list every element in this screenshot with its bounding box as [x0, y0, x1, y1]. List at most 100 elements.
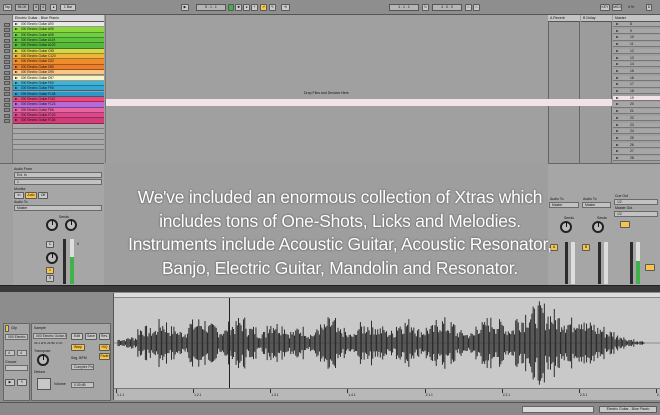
groove-select[interactable]	[5, 365, 28, 371]
master-volume-fader[interactable]	[630, 242, 633, 284]
master-solo-button[interactable]	[645, 264, 655, 271]
clip-play-icon[interactable]	[15, 39, 18, 42]
scene-launch-icon[interactable]	[616, 49, 619, 52]
clip-stop-button[interactable]	[4, 102, 10, 107]
scene-launch-icon[interactable]	[616, 29, 619, 32]
scene-row[interactable]: 19	[613, 95, 660, 101]
scene-launch-icon[interactable]	[616, 23, 619, 25]
clip-stop-button[interactable]	[4, 38, 10, 43]
clip-play-icon[interactable]	[15, 92, 18, 95]
scene-launch-icon[interactable]	[616, 103, 619, 106]
empty-clip-slot[interactable]	[13, 145, 104, 151]
clip-stop-button[interactable]	[4, 86, 10, 91]
overdub-button[interactable]: +	[251, 4, 258, 11]
clip-play-icon[interactable]	[15, 113, 18, 116]
tempo-field[interactable]: 96.00	[15, 4, 29, 11]
loop-switch-button[interactable]: ↻	[422, 4, 429, 11]
scene-row[interactable]: 18	[613, 89, 660, 95]
monitor-in-button[interactable]: In	[14, 192, 24, 199]
clip-play-icon[interactable]	[15, 81, 18, 84]
master-out-select[interactable]: 1/2	[614, 211, 658, 217]
monitor-auto-button[interactable]: Auto	[25, 192, 37, 199]
clip-play-icon[interactable]	[15, 108, 18, 111]
scene-row[interactable]: 13	[613, 55, 660, 61]
scene-launch-icon[interactable]	[616, 36, 619, 39]
clip-name-field[interactable]: 000 Electric	[5, 334, 28, 340]
scene-launch-icon[interactable]	[616, 83, 619, 86]
audio-from-select[interactable]: Ext. In	[14, 172, 102, 178]
draw-mode-button[interactable]: ✎	[269, 4, 276, 11]
scene-row[interactable]: 12	[613, 48, 660, 55]
clip-play-icon[interactable]	[15, 87, 18, 90]
clip-play-icon[interactable]	[15, 49, 18, 52]
song-position[interactable]: 5 . 1 . 1	[196, 4, 226, 11]
scene-launch-icon[interactable]	[616, 90, 619, 92]
scene-launch-icon[interactable]	[616, 96, 619, 99]
edit-button[interactable]: Edit	[71, 333, 83, 340]
scene-launch-icon[interactable]	[616, 116, 619, 119]
clip-play-icon[interactable]	[15, 23, 18, 25]
clip-play-icon[interactable]	[15, 44, 18, 47]
loop-start-field[interactable]: 1 . 1 . 1	[389, 4, 419, 11]
punch-in-button[interactable]: ⎍	[465, 4, 472, 11]
loop-length-field[interactable]: 4 . 0 . 0	[432, 4, 462, 11]
scroll-overview[interactable]	[522, 406, 594, 413]
scene-row[interactable]: 9	[613, 28, 660, 34]
sample-name-field[interactable]: 000 Electric Guitar A	[33, 333, 67, 339]
clip-stop-button[interactable]	[4, 27, 10, 32]
volume-value-field[interactable]: 0.00 dB	[71, 382, 94, 388]
arrangement-record-button[interactable]	[228, 4, 234, 11]
clip-stop-button[interactable]	[4, 33, 10, 38]
clip-stop-button[interactable]	[4, 22, 10, 27]
scene-launch-icon[interactable]	[616, 69, 619, 72]
record-button[interactable]: ●	[243, 4, 250, 11]
track-title-master[interactable]: Master	[613, 15, 660, 22]
midi-map-button[interactable]: MIDI	[612, 4, 622, 11]
scene-row[interactable]: 25	[613, 135, 660, 142]
clip-stop-button[interactable]	[4, 49, 10, 54]
track-title-b-delay[interactable]: B Delay	[581, 15, 612, 22]
scene-row[interactable]: 23	[613, 122, 660, 128]
clip-stop-button[interactable]	[4, 118, 10, 123]
clip-stop-button[interactable]	[4, 60, 10, 65]
scene-row[interactable]: 28	[613, 156, 660, 162]
loop-toggle-icon[interactable]: ⟲	[281, 4, 290, 11]
track-title-a-reverb[interactable]: A Reverb	[548, 15, 580, 22]
scene-row[interactable]: 20	[613, 102, 660, 108]
clip-title-toggle[interactable]	[5, 325, 9, 332]
clip-play-icon[interactable]	[15, 55, 18, 58]
time-sig-den[interactable]: 4	[40, 4, 46, 11]
scene-row[interactable]: 15	[613, 68, 660, 75]
scene-row[interactable]: 26	[613, 142, 660, 148]
cue-out-select[interactable]: 1/2	[614, 199, 658, 205]
clip-play-icon[interactable]	[15, 65, 18, 68]
track-activator-button[interactable]: 1	[46, 267, 54, 274]
send-a-knob[interactable]	[46, 219, 58, 231]
clip-stop-button[interactable]	[4, 108, 10, 113]
monitor-off-button[interactable]: Off	[38, 192, 48, 199]
clip-play-icon[interactable]	[15, 71, 18, 74]
input-channel-select[interactable]: 1	[14, 179, 102, 185]
scene-row[interactable]: 24	[613, 129, 660, 135]
clip-play-icon[interactable]	[15, 60, 18, 63]
pan-knob-value[interactable]: C	[46, 241, 54, 248]
scene-launch-icon[interactable]	[616, 136, 619, 139]
b-send-knob[interactable]	[592, 221, 604, 233]
clip-play-icon[interactable]	[15, 97, 18, 100]
follow-button[interactable]: ↗	[260, 4, 267, 11]
send-b-knob[interactable]	[65, 219, 77, 231]
key-map-button[interactable]: KEY	[600, 4, 610, 11]
scene-launch-icon[interactable]	[616, 63, 619, 66]
clip-play-icon[interactable]	[15, 28, 18, 31]
track-title-electric-guitar[interactable]: Electric Guitar - Blue Pianio	[13, 15, 104, 22]
metronome-icon[interactable]: ●	[50, 4, 57, 11]
scene-launch-icon[interactable]	[616, 56, 619, 59]
volume-fader[interactable]	[63, 239, 66, 284]
clip-stop-button[interactable]	[4, 97, 10, 102]
punch-out-button[interactable]: ⎍	[473, 4, 480, 11]
warp-mode-select[interactable]: Complex Pro	[71, 364, 94, 370]
clip-stop-button[interactable]	[4, 92, 10, 97]
clip-launch-icon[interactable]: ▶	[5, 379, 15, 386]
time-sig-num[interactable]: 4	[33, 4, 39, 11]
quantize-select[interactable]: 1 Bar	[60, 4, 76, 11]
